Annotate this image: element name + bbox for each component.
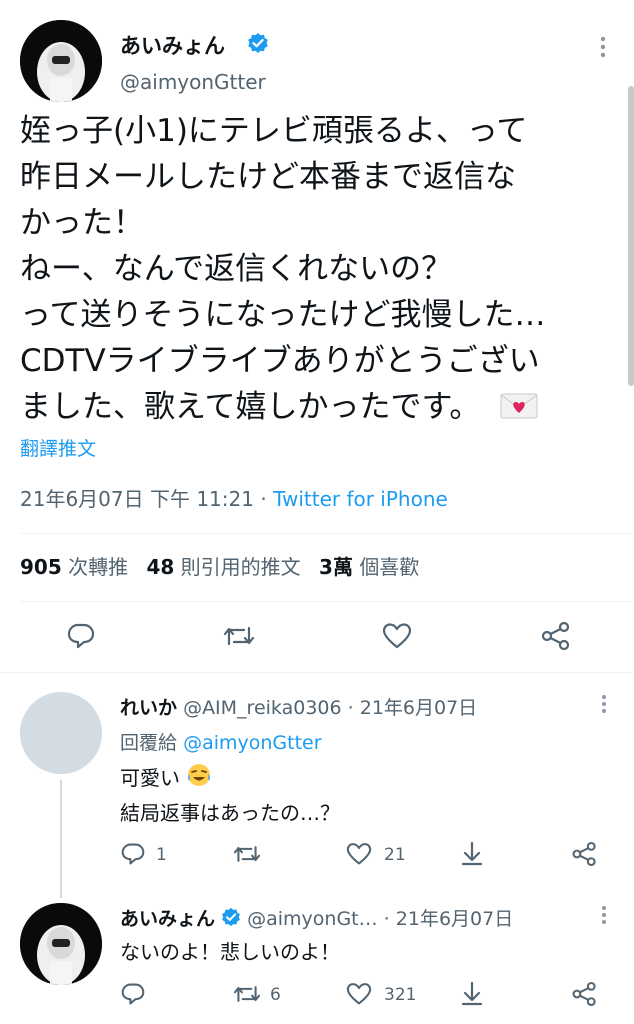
tweet-text-line: ねー、なんで返信くれないの？ bbox=[20, 251, 453, 287]
thread-line bbox=[60, 780, 62, 898]
like-icon[interactable] bbox=[382, 622, 412, 650]
verified-badge-icon bbox=[247, 32, 269, 58]
quotes-label: 則引用的推文 bbox=[180, 555, 301, 579]
quotes-count: 48 bbox=[146, 555, 175, 579]
reply-to-handle[interactable]: @aimyonGtter bbox=[183, 732, 321, 754]
reply-icon[interactable] bbox=[120, 982, 146, 1006]
tweet-text: 姪っ子(小1)にテレビ頑張るよ、って 昨日メールしたけど本番まで返信な かった！… bbox=[20, 108, 620, 432]
like-count: 21 bbox=[384, 845, 406, 865]
retweet-icon[interactable] bbox=[222, 622, 256, 650]
love-letter-icon bbox=[500, 386, 538, 432]
reply-icon[interactable] bbox=[120, 842, 146, 866]
reply-text: 可愛い 結局返事はあったの…？ bbox=[120, 762, 340, 829]
retweets-count: 905 bbox=[20, 555, 62, 579]
tweet-meta: 21年6月07日 下午 11:21 · Twitter for iPhone bbox=[20, 483, 448, 512]
retweet-icon[interactable] bbox=[232, 842, 262, 866]
handle[interactable]: @aimyonGtter bbox=[120, 70, 266, 94]
reply-text-segment: 可愛い bbox=[120, 766, 180, 790]
tweet-text-line: 昨日メールしたけど本番まで返信な bbox=[20, 159, 516, 195]
share-icon[interactable] bbox=[540, 621, 572, 651]
tears-of-joy-emoji-icon bbox=[186, 762, 212, 797]
reply-date[interactable]: 21年6月07日 bbox=[396, 908, 513, 930]
download-icon[interactable] bbox=[460, 840, 484, 866]
timestamp[interactable]: 21年6月07日 下午 11:21 bbox=[20, 487, 254, 511]
tweet-text-line: って送りそうになったけど我慢した… bbox=[20, 297, 546, 333]
share-icon[interactable] bbox=[571, 841, 598, 867]
like-icon[interactable] bbox=[346, 982, 372, 1006]
reply-to: 回覆給 @aimyonGtter bbox=[120, 728, 322, 755]
handle[interactable]: @AIM_reika0306 bbox=[183, 697, 342, 719]
reply-header: れいか @AIM_reika0306 · 21年6月07日 bbox=[120, 693, 477, 720]
likes-label: 個喜歡 bbox=[359, 555, 420, 579]
likes-count: 3萬 bbox=[319, 555, 353, 579]
tweet-text-segment: ました、歌えて嬉しかったです。 bbox=[20, 389, 481, 425]
tweet-text-line: かった！ bbox=[20, 205, 144, 241]
avatar[interactable] bbox=[20, 20, 102, 102]
quotes-stat[interactable]: 48 則引用的推文 bbox=[146, 555, 307, 579]
tweet-text-line: 姪っ子(小1)にテレビ頑張るよ、って bbox=[20, 113, 528, 149]
translate-tweet-link[interactable]: 翻譯推文 bbox=[20, 434, 96, 461]
divider bbox=[20, 533, 634, 534]
more-options-icon[interactable] bbox=[600, 36, 606, 62]
reply-date[interactable]: 21年6月07日 bbox=[360, 697, 477, 719]
display-name[interactable]: れいか bbox=[120, 697, 177, 719]
reply-text-line: 結局返事はあったの…？ bbox=[120, 801, 340, 825]
share-icon[interactable] bbox=[571, 981, 598, 1007]
reply-text: ないのよ！悲しいのよ！ bbox=[120, 940, 340, 964]
tweet-stats: 905 次轉推 48 則引用的推文 3萬 個喜歡 bbox=[20, 551, 419, 580]
avatar[interactable] bbox=[20, 903, 102, 985]
display-name[interactable]: あいみょん bbox=[120, 908, 215, 930]
retweet-icon[interactable] bbox=[232, 982, 262, 1006]
meta-separator: · bbox=[260, 487, 267, 511]
reply-count: 1 bbox=[156, 845, 167, 865]
download-icon[interactable] bbox=[460, 980, 484, 1006]
reply-header: あいみょん @aimyonGt… · 21年6月07日 bbox=[120, 904, 513, 932]
reply-to-label: 回覆給 bbox=[120, 732, 178, 754]
likes-stat[interactable]: 3萬 個喜歡 bbox=[319, 555, 419, 579]
verified-badge-icon bbox=[221, 907, 241, 932]
meta-separator: · bbox=[383, 908, 390, 930]
retweet-count: 6 bbox=[270, 985, 281, 1005]
tweet-text-line: ました、歌えて嬉しかったです。 bbox=[20, 384, 620, 432]
tweet-text-line: CDTVライブライブありがとうござい bbox=[20, 343, 540, 379]
like-icon[interactable] bbox=[346, 842, 372, 866]
like-count: 321 bbox=[384, 985, 417, 1005]
handle[interactable]: @aimyonGt… bbox=[247, 908, 378, 930]
more-options-icon[interactable] bbox=[601, 694, 607, 718]
scrollbar[interactable] bbox=[628, 86, 634, 386]
divider bbox=[20, 601, 634, 602]
display-name[interactable]: あいみょん bbox=[120, 30, 225, 60]
section-divider bbox=[0, 672, 634, 673]
retweets-stat[interactable]: 905 次轉推 bbox=[20, 555, 134, 579]
retweets-label: 次轉推 bbox=[68, 555, 129, 579]
reply-icon[interactable] bbox=[66, 622, 96, 650]
source-link[interactable]: Twitter for iPhone bbox=[273, 487, 448, 511]
meta-separator: · bbox=[347, 697, 354, 719]
reply-text-line: 可愛い bbox=[120, 762, 340, 797]
avatar[interactable] bbox=[20, 692, 102, 774]
more-options-icon[interactable] bbox=[601, 905, 607, 929]
